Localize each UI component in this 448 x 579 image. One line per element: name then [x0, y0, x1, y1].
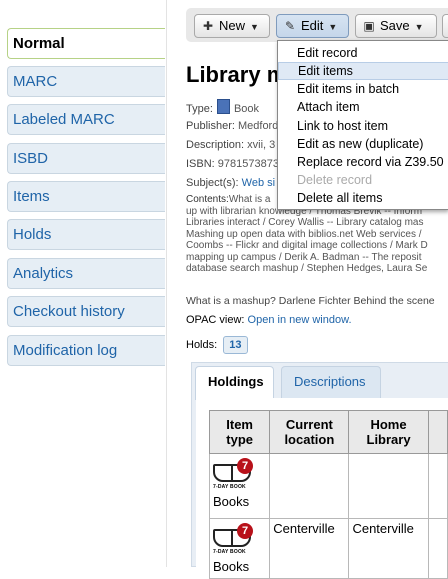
- home-library-cell: [348, 453, 429, 519]
- column-header: [427, 410, 448, 454]
- current-location-cell: [269, 453, 350, 519]
- caret-down-icon: ▼: [328, 22, 338, 32]
- caret-down-icon: ▼: [414, 22, 424, 32]
- current-location-cell: Centerville: [269, 518, 350, 579]
- edit-dropdown-menu: Edit record Edit items Edit items in bat…: [277, 40, 448, 210]
- item-type-label: Books: [213, 494, 250, 509]
- home-library-cell: Centerville: [348, 518, 429, 579]
- menu-item-delete-record: Delete record: [297, 173, 373, 187]
- sidebar-item-label: MARC: [13, 73, 58, 90]
- menu-item-edit-items[interactable]: Edit items: [278, 62, 448, 80]
- new-button[interactable]: ✚ New ▼: [194, 14, 270, 38]
- icon-caption: 7-DAY BOOK: [213, 549, 246, 555]
- save-button-label: Save: [380, 18, 410, 33]
- sidebar-item-label: Checkout history: [13, 303, 125, 320]
- column-header[interactable]: Current location: [269, 410, 350, 454]
- sidebar-item-analytics[interactable]: Analytics: [7, 258, 165, 289]
- column-header[interactable]: Item type: [208, 410, 271, 454]
- sidebar-item-labeled-marc[interactable]: Labeled MARC: [7, 104, 165, 135]
- holds-count: Holds: 13: [186, 336, 448, 354]
- icon-caption: 7-DAY BOOK: [213, 484, 246, 490]
- sidebar-item-label: Items: [13, 188, 50, 205]
- item-type-cell: 7 7-DAY BOOK Books: [208, 453, 271, 519]
- menu-item-attach-item[interactable]: Attach item: [278, 98, 448, 116]
- book-icon: 7 7-DAY BOOK: [213, 523, 253, 559]
- subject-link[interactable]: Web si: [242, 177, 275, 189]
- sidebar-item-label: Modification log: [13, 342, 118, 359]
- book-icon: 7 7-DAY BOOK: [213, 458, 253, 494]
- sidebar-item-modification-log[interactable]: Modification log: [7, 335, 165, 366]
- edit-button[interactable]: ✎ Edit ▼: [276, 14, 349, 38]
- holdings-table: Item type Current location Home Library …: [208, 410, 448, 579]
- record-summary: What is a mashup? Darlene Fichter Behind…: [186, 295, 435, 307]
- loan-period-badge: 7: [237, 458, 253, 474]
- save-icon: ▣: [363, 19, 375, 33]
- sidebar-item-holds[interactable]: Holds: [7, 219, 165, 250]
- menu-item-delete-all-items[interactable]: Delete all items: [278, 189, 448, 207]
- holds-badge[interactable]: 13: [223, 336, 248, 354]
- sidebar-item-label: Analytics: [13, 265, 74, 282]
- column-header[interactable]: Home Library: [348, 410, 429, 454]
- menu-item-edit-items-in-batch[interactable]: Edit items in batch: [278, 80, 448, 98]
- plus-icon: ✚: [202, 19, 214, 33]
- menu-item-edit-as-new[interactable]: Edit as new (duplicate): [278, 135, 448, 153]
- new-button-label: New: [219, 18, 246, 33]
- menu-item-link-to-host-item[interactable]: Link to host item: [278, 117, 448, 135]
- edit-button-label: Edit: [301, 18, 324, 33]
- sidebar-item-label: Labeled MARC: [13, 111, 115, 128]
- tab-holdings[interactable]: Holdings: [195, 366, 274, 400]
- caret-down-icon: ▼: [250, 22, 259, 32]
- menu-item-edit-record[interactable]: Edit record: [278, 44, 448, 62]
- loan-period-badge: 7: [237, 523, 253, 539]
- edit-icon: ✎: [284, 19, 296, 33]
- item-type-cell: 7 7-DAY BOOK Books: [208, 518, 271, 579]
- sidebar-item-label: ISBD: [13, 150, 49, 167]
- sidebar-item-normal[interactable]: Normal: [7, 28, 165, 59]
- table-row: 7 7-DAY BOOK Books: [208, 453, 448, 519]
- more-button[interactable]: [442, 14, 448, 38]
- save-button[interactable]: ▣ Save ▼: [355, 14, 437, 38]
- record-title: Library m: [186, 62, 287, 87]
- tab-descriptions[interactable]: Descriptions: [281, 366, 381, 398]
- sidebar-item-isbd[interactable]: ISBD: [7, 143, 165, 174]
- opac-link[interactable]: Open in new window.: [248, 314, 352, 326]
- sidebar-item-checkout-history[interactable]: Checkout history: [7, 296, 165, 327]
- book-icon: [216, 99, 230, 114]
- sidebar-item-items[interactable]: Items: [7, 181, 165, 212]
- sidebar-nav: Normal MARC Labeled MARC ISBD Items Hold…: [0, 0, 167, 567]
- menu-item-replace-record[interactable]: Replace record via Z39.50: [278, 153, 448, 171]
- sidebar-item-label: Holds: [13, 226, 52, 243]
- opac-view: OPAC view: Open in new window.: [186, 314, 352, 326]
- sidebar-item-marc[interactable]: MARC: [7, 66, 165, 97]
- table-row: 7 7-DAY BOOK Books Centerville Centervil…: [208, 518, 448, 579]
- toolbar: ✚ New ▼ ✎ Edit ▼ ▣ Save ▼: [186, 8, 448, 42]
- sidebar-item-label: Normal: [13, 35, 65, 52]
